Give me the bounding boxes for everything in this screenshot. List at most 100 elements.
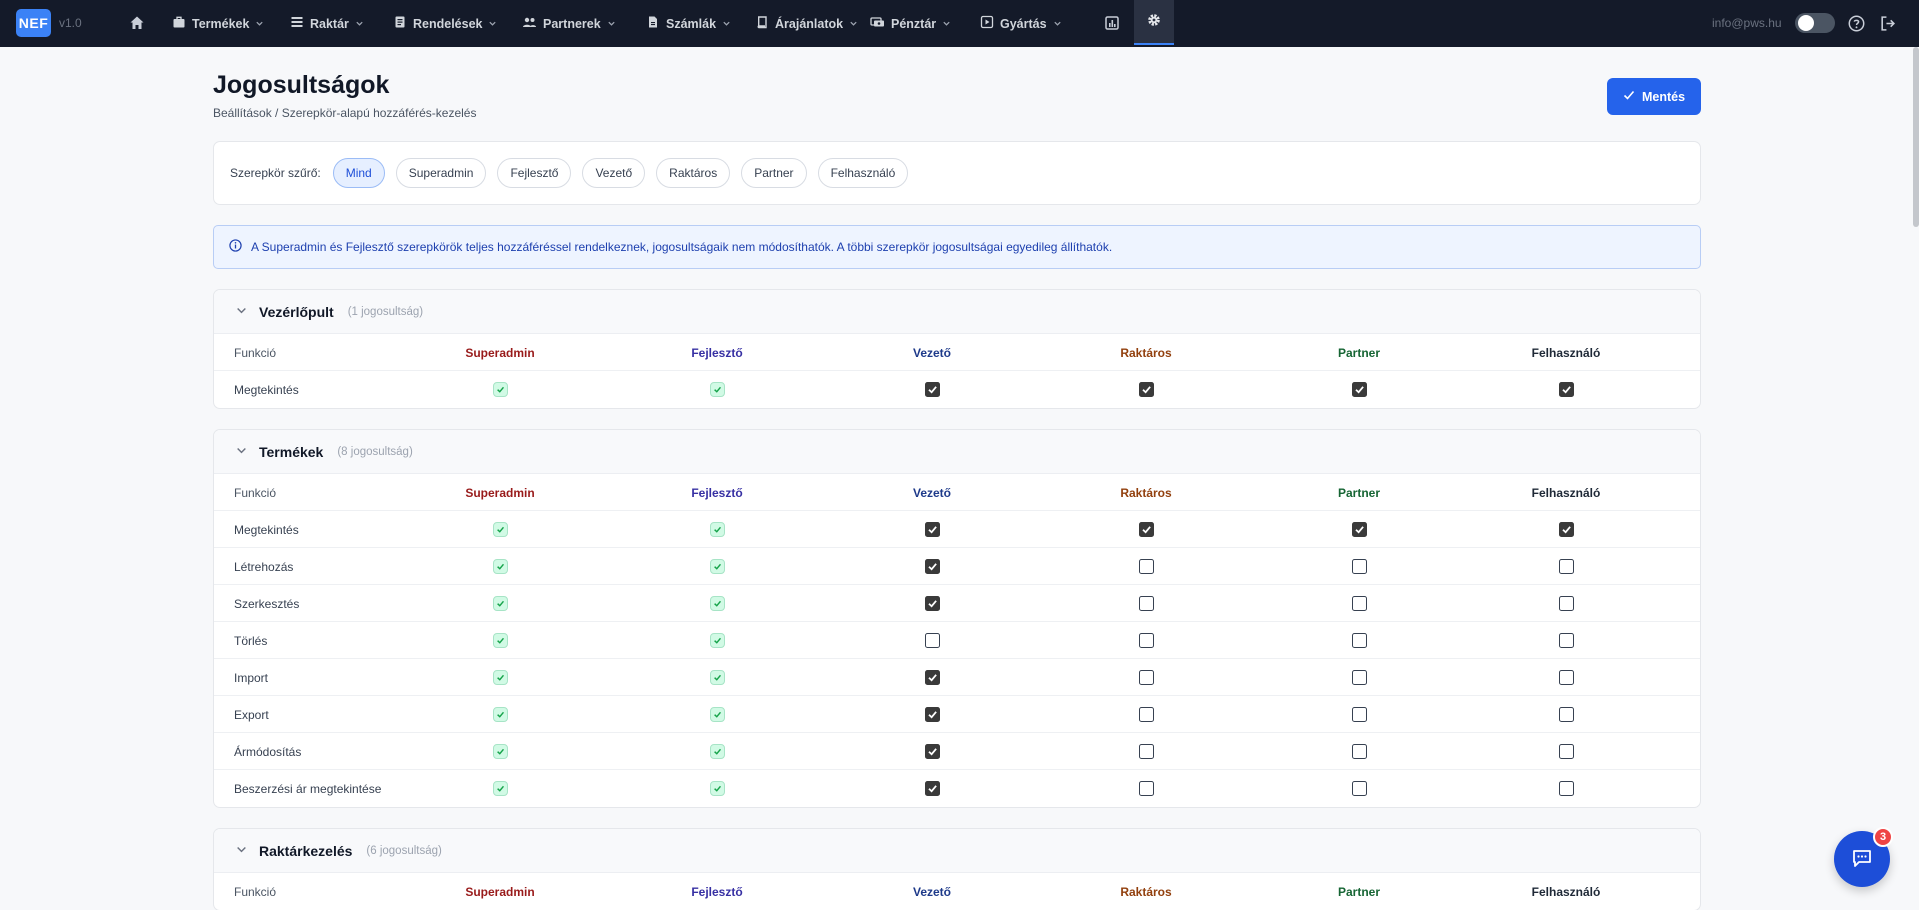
permission-cell	[1106, 548, 1186, 585]
permission-cell	[1516, 548, 1616, 585]
fixed-permission-cell	[460, 622, 540, 659]
nav-partnerek[interactable]: Partnerek	[522, 0, 616, 47]
permission-checkbox-felhasznalo[interactable]	[1558, 596, 1574, 611]
permission-checkbox-vezeto[interactable]	[924, 633, 940, 648]
permission-checkbox-vezeto[interactable]	[924, 744, 940, 759]
nav-gyartas[interactable]: Gyártás	[980, 0, 1062, 47]
page-scrollbar[interactable]	[1913, 47, 1919, 227]
permission-checkbox-partner[interactable]	[1351, 522, 1367, 537]
permission-cell	[1516, 733, 1616, 770]
fixed-permission-cell	[460, 548, 540, 585]
permission-label: Beszerzési ár megtekintése	[234, 781, 382, 796]
permission-checkbox-vezeto[interactable]	[924, 522, 940, 537]
locked-check-icon	[709, 707, 725, 722]
permission-cell	[1516, 696, 1616, 733]
locked-check-icon	[492, 707, 508, 722]
nav-arajanlatok[interactable]: Árajánlatok	[755, 0, 858, 47]
permission-checkbox-vezeto[interactable]	[924, 596, 940, 611]
permission-checkbox-vezeto[interactable]	[924, 559, 940, 574]
chevron-down-icon	[488, 17, 497, 31]
permission-cell	[1319, 622, 1399, 659]
home-icon[interactable]	[129, 15, 145, 31]
permission-checkbox-vezeto[interactable]	[924, 670, 940, 685]
permission-checkbox-raktaros[interactable]	[1138, 596, 1154, 611]
section-header[interactable]: Raktárkezelés (6 jogosultság)	[214, 829, 1700, 873]
column-header-function: Funkció	[234, 345, 277, 360]
table-header-row: Funkció Superadmin Fejlesztő Vezető Raktáros…	[214, 873, 1700, 910]
permission-checkbox-felhasznalo[interactable]	[1558, 382, 1574, 397]
locked-check-icon	[492, 744, 508, 759]
settings-nav-button[interactable]	[1134, 0, 1174, 45]
table-row: Export	[214, 696, 1700, 733]
chevron-down-icon[interactable]	[236, 304, 247, 319]
permission-checkbox-vezeto[interactable]	[924, 707, 940, 722]
permission-checkbox-felhasznalo[interactable]	[1558, 633, 1574, 648]
column-header-raktaros: Raktáros	[1120, 884, 1172, 899]
permission-cell	[1319, 770, 1399, 807]
permission-checkbox-felhasznalo[interactable]	[1558, 670, 1574, 685]
help-icon[interactable]	[1848, 15, 1865, 35]
permission-checkbox-vezeto[interactable]	[924, 781, 940, 796]
permission-checkbox-partner[interactable]	[1351, 596, 1367, 611]
nav-raktar[interactable]: Raktár	[290, 0, 364, 47]
permission-checkbox-partner[interactable]	[1351, 670, 1367, 685]
permission-label: Létrehozás	[234, 559, 294, 574]
permission-checkbox-vezeto[interactable]	[924, 382, 940, 397]
permission-checkbox-felhasznalo[interactable]	[1558, 744, 1574, 759]
nav-item-label: Gyártás	[1000, 16, 1047, 31]
permission-checkbox-partner[interactable]	[1351, 382, 1367, 397]
permission-checkbox-raktaros[interactable]	[1138, 707, 1154, 722]
filter-chip-partner[interactable]: Partner	[741, 158, 807, 188]
permission-checkbox-raktaros[interactable]	[1138, 744, 1154, 759]
section-header[interactable]: Vezérlőpult (1 jogosultság)	[214, 290, 1700, 334]
section-header[interactable]: Termékek (8 jogosultság)	[214, 430, 1700, 474]
table-row: Megtekintés	[214, 511, 1700, 548]
permission-checkbox-felhasznalo[interactable]	[1558, 781, 1574, 796]
permission-label: Törlés	[234, 633, 268, 648]
permission-checkbox-felhasznalo[interactable]	[1558, 559, 1574, 574]
filter-chip-raktaros[interactable]: Raktáros	[656, 158, 731, 188]
user-email: info@pws.hu	[1712, 16, 1782, 30]
permission-checkbox-raktaros[interactable]	[1138, 781, 1154, 796]
theme-toggle[interactable]	[1795, 13, 1835, 33]
info-text: A Superadmin és Fejlesztő szerepkörök te…	[251, 240, 1113, 254]
filter-chip-superadmin[interactable]: Superadmin	[395, 158, 487, 188]
permission-checkbox-partner[interactable]	[1351, 744, 1367, 759]
chevron-down-icon[interactable]	[236, 843, 247, 858]
nav-item-label: Pénztár	[891, 16, 937, 31]
permission-checkbox-raktaros[interactable]	[1138, 670, 1154, 685]
permission-checkbox-partner[interactable]	[1351, 781, 1367, 796]
filter-chip-mind[interactable]: Mind	[332, 158, 385, 188]
table-row: Megtekintés	[214, 371, 1700, 408]
fixed-permission-cell	[460, 696, 540, 733]
permission-cell	[1106, 622, 1186, 659]
permission-checkbox-felhasznalo[interactable]	[1558, 522, 1574, 537]
permission-checkbox-partner[interactable]	[1351, 559, 1367, 574]
save-button[interactable]: Mentés	[1607, 78, 1701, 115]
permission-cell	[1319, 548, 1399, 585]
permission-checkbox-felhasznalo[interactable]	[1558, 707, 1574, 722]
nav-termekek[interactable]: Termékek	[172, 0, 264, 47]
section-count: (1 jogosultság)	[347, 305, 424, 318]
nav-penztar[interactable]: Pénztár	[870, 0, 951, 47]
chart-icon[interactable]	[1104, 15, 1120, 34]
filter-chip-felhasznalo[interactable]: Felhasználó	[817, 158, 909, 188]
permission-checkbox-raktaros[interactable]	[1138, 633, 1154, 648]
app-logo[interactable]: NEF	[16, 9, 51, 37]
cash-icon	[870, 15, 885, 32]
chevron-down-icon[interactable]	[236, 444, 247, 459]
permission-checkbox-raktaros[interactable]	[1138, 522, 1154, 537]
app-version: v1.0	[59, 16, 82, 30]
nav-rendelesek[interactable]: Rendelések	[393, 0, 497, 47]
permission-checkbox-raktaros[interactable]	[1138, 382, 1154, 397]
permission-checkbox-partner[interactable]	[1351, 633, 1367, 648]
filter-chip-vezeto[interactable]: Vezető	[582, 158, 646, 188]
nav-item-label: Partnerek	[543, 16, 601, 31]
filter-chip-fejleszto[interactable]: Fejlesztő	[497, 158, 572, 188]
logout-icon[interactable]	[1879, 15, 1896, 35]
fixed-permission-cell	[677, 585, 757, 622]
permission-checkbox-raktaros[interactable]	[1138, 559, 1154, 574]
nav-szamlak[interactable]: Számlák	[646, 0, 731, 47]
permission-cell	[1106, 585, 1186, 622]
permission-checkbox-partner[interactable]	[1351, 707, 1367, 722]
